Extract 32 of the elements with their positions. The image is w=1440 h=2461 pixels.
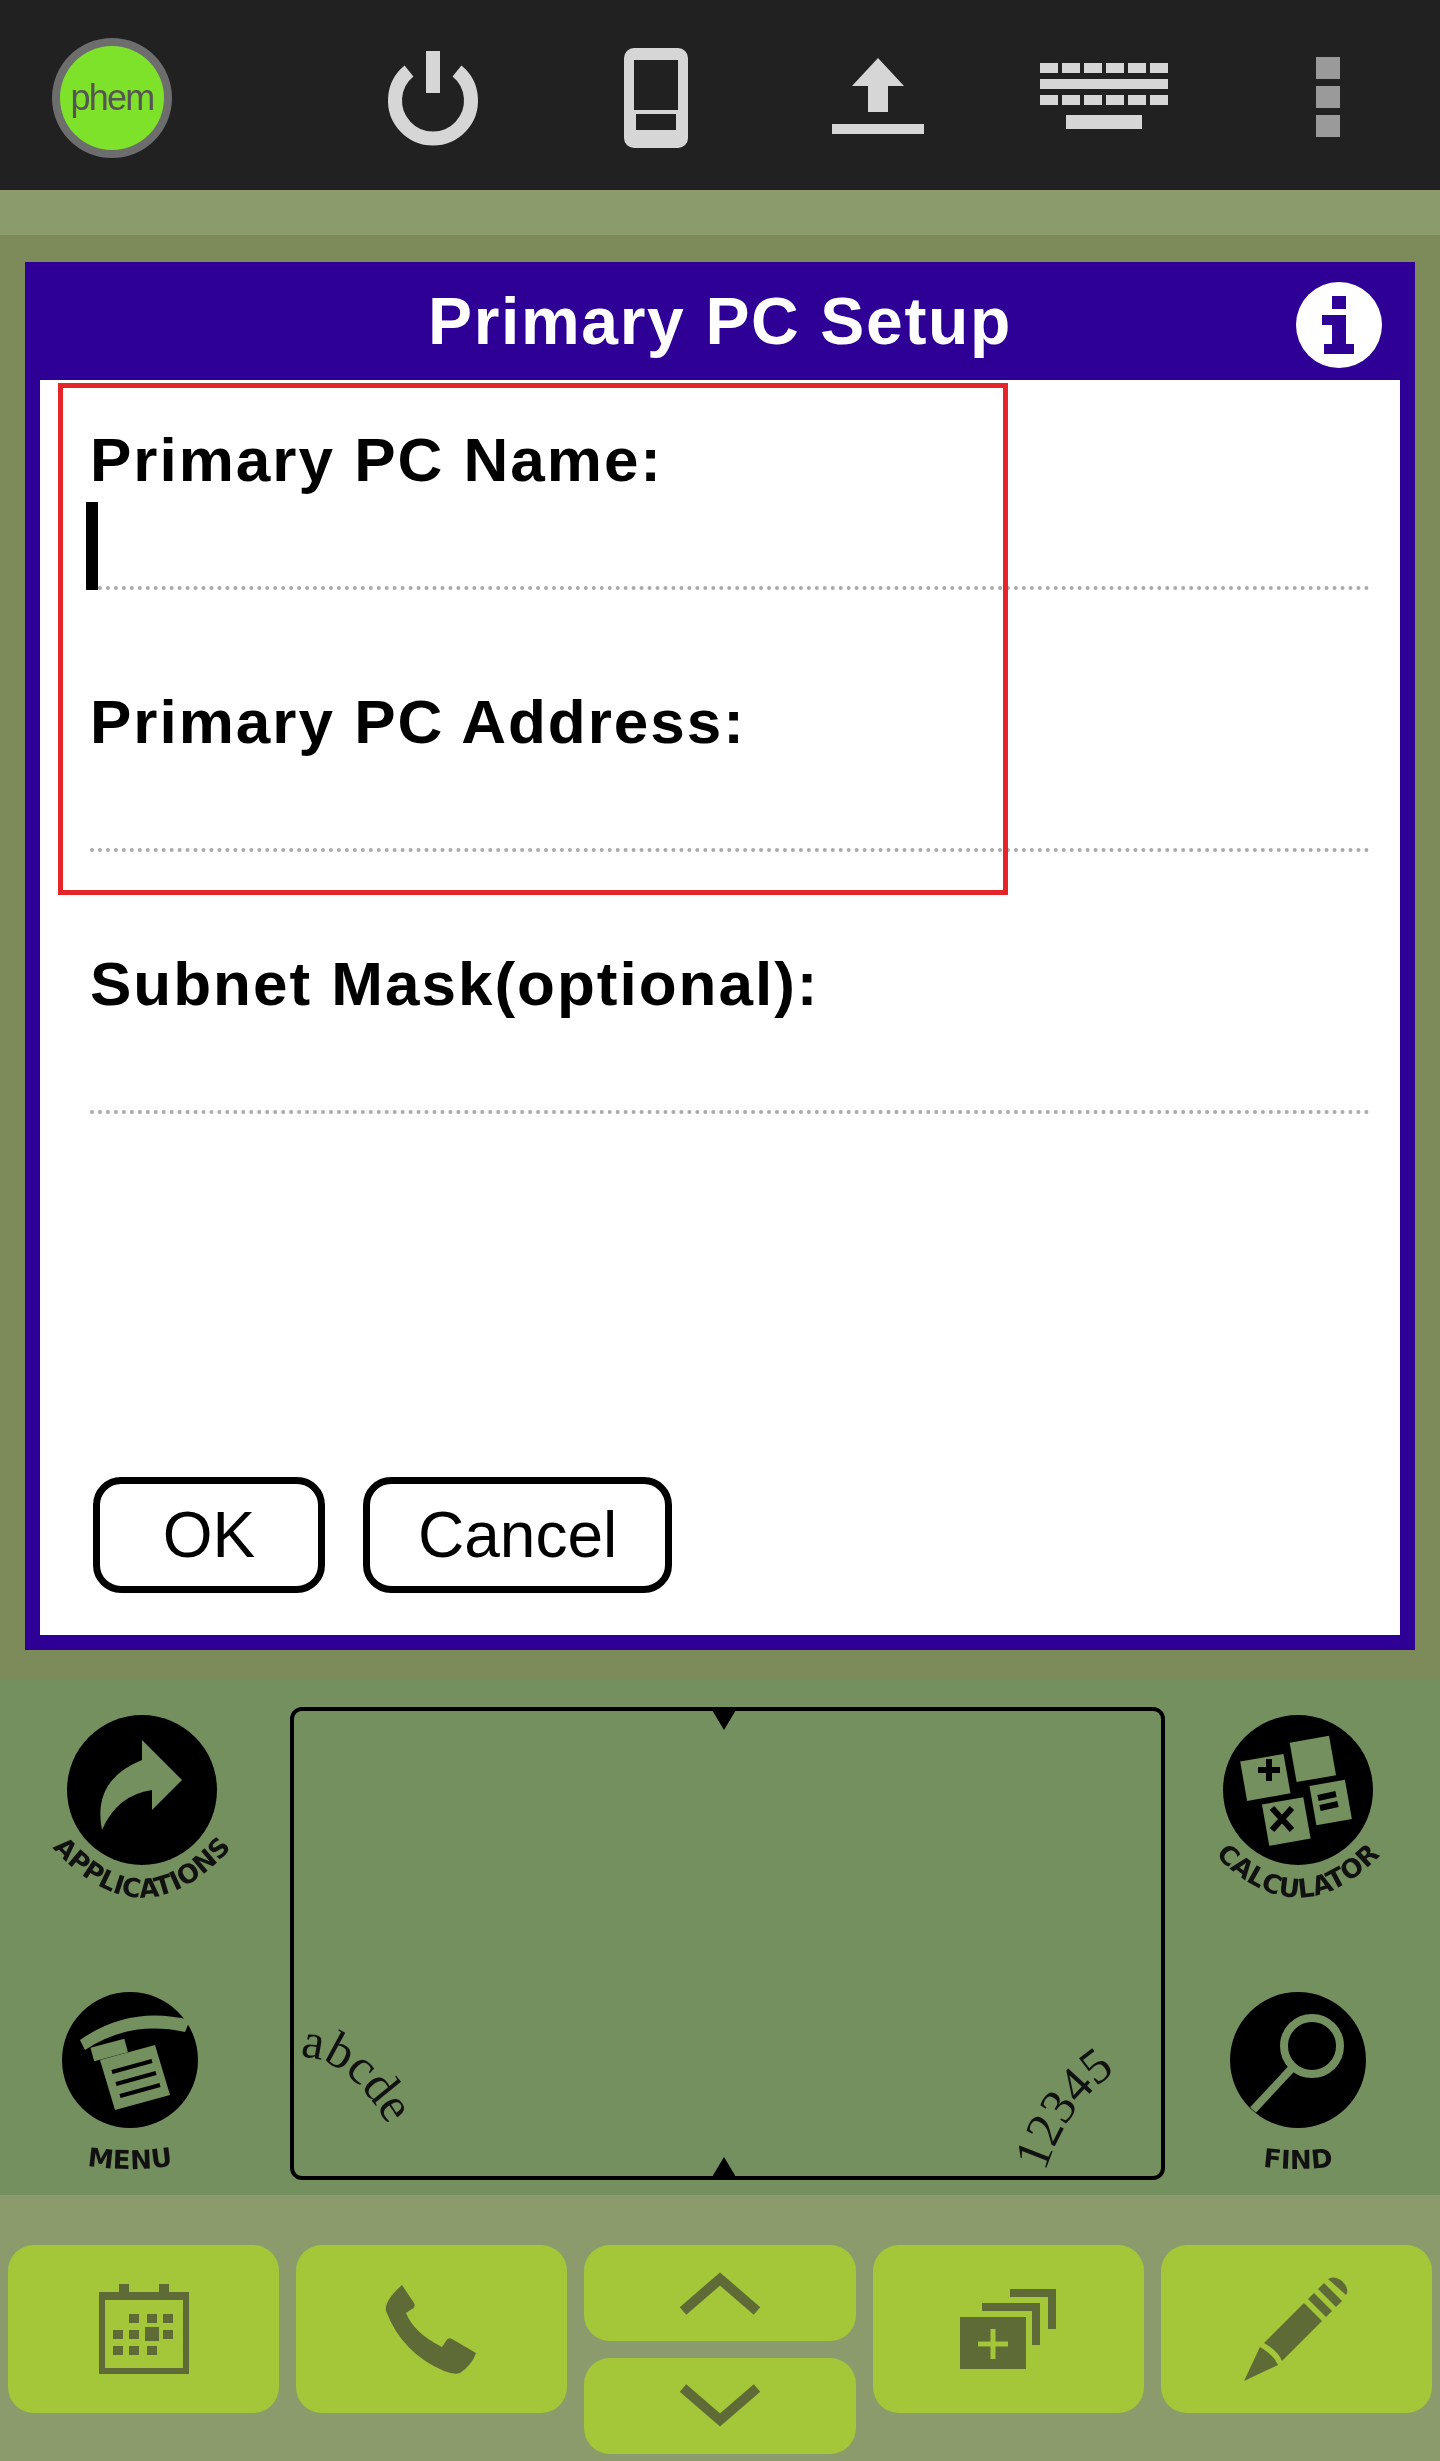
- device-icon[interactable]: [624, 48, 688, 148]
- phem-logo[interactable]: phem: [52, 38, 172, 158]
- field-label: Primary PC Address:: [90, 686, 746, 758]
- chevron-up-icon: [679, 2271, 761, 2315]
- ok-button[interactable]: OK: [93, 1477, 325, 1593]
- menu-button[interactable]: MENU: [5, 1970, 255, 2220]
- field-label: Primary PC Name:: [90, 424, 664, 496]
- upload-icon[interactable]: [832, 58, 924, 134]
- field-label: Subnet Mask(optional):: [90, 948, 820, 1020]
- graffiti-area[interactable]: [290, 1707, 1165, 2180]
- divider-mark-icon: [712, 1710, 736, 1730]
- more-icon[interactable]: [1316, 57, 1340, 137]
- silkscreen-label: MENU: [86, 2141, 174, 2176]
- cancel-button[interactable]: Cancel: [363, 1477, 673, 1593]
- calendar-icon: [98, 2284, 189, 2374]
- info-icon[interactable]: [1296, 282, 1382, 368]
- chevron-down-icon: [679, 2384, 761, 2428]
- divider-mark-icon: [712, 2157, 736, 2177]
- edit-button[interactable]: [1160, 2245, 1432, 2413]
- scroll-down-button[interactable]: [584, 2358, 856, 2454]
- stacked-plus-icon: [960, 2289, 1057, 2369]
- scroll-up-button[interactable]: [584, 2245, 856, 2341]
- phone-button[interactable]: [296, 2245, 568, 2413]
- calendar-button[interactable]: [8, 2245, 280, 2413]
- find-button[interactable]: FIND: [1173, 1970, 1423, 2220]
- dialog-title: Primary PC Setup: [428, 282, 1012, 360]
- silkscreen-label: FIND: [1262, 2142, 1334, 2176]
- keyboard-icon[interactable]: [1040, 63, 1168, 129]
- magnifier-icon: [1230, 1992, 1366, 2128]
- add-window-button[interactable]: [872, 2245, 1144, 2413]
- notepad-icon: [62, 1992, 198, 2128]
- pencil-icon: [1244, 2277, 1349, 2381]
